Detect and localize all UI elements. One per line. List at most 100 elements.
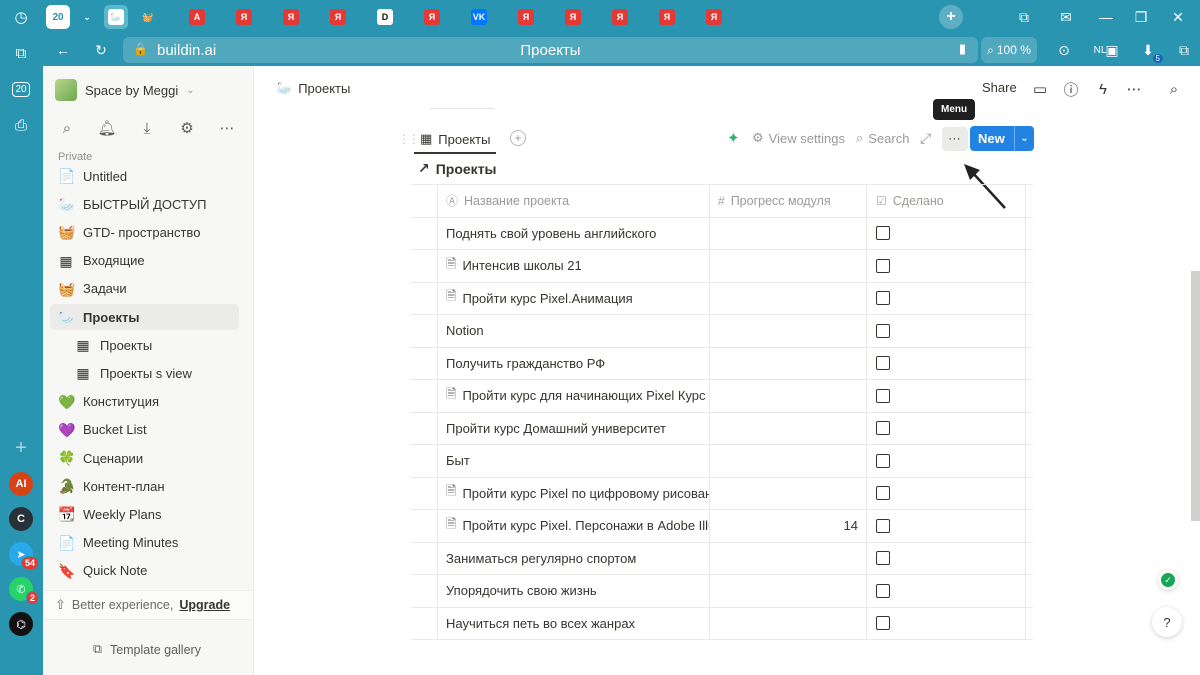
- cell-done[interactable]: [867, 510, 1026, 542]
- checkbox[interactable]: [876, 453, 890, 468]
- cell-progress[interactable]: [710, 542, 867, 574]
- cell-name[interactable]: 🗎 Пройти курс для начинающих Pixel Курс а…: [438, 380, 710, 412]
- sidebar-item[interactable]: ▦ Проекты s view: [50, 360, 239, 386]
- sidebar-item[interactable]: 🐊 Контент-план: [50, 473, 239, 499]
- cell-progress[interactable]: [710, 315, 867, 347]
- table-row[interactable]: 🗎 Интенсив школы 21: [411, 250, 1033, 283]
- upgrade-link[interactable]: Upgrade: [179, 598, 230, 612]
- database-title[interactable]: ↗ Проекты: [418, 160, 497, 177]
- cell-progress[interactable]: [710, 607, 867, 639]
- tab-table-view[interactable]: ▦ Проекты: [414, 126, 497, 154]
- inbox-icon[interactable]: ⤓: [137, 118, 157, 138]
- browser-tab[interactable]: VK: [467, 5, 491, 29]
- cell-done[interactable]: [867, 282, 1026, 314]
- downloads-icon[interactable]: ⬇ 5: [1137, 39, 1163, 63]
- cell-done[interactable]: [867, 347, 1026, 379]
- cell-name[interactable]: Быт: [438, 445, 710, 477]
- checkbox[interactable]: [876, 388, 890, 403]
- checkbox[interactable]: [876, 583, 890, 598]
- sidebar-item[interactable]: 🦢 Проекты: [50, 304, 239, 330]
- column-header-name[interactable]: Ⓐ Название проекта: [438, 185, 710, 217]
- search-button[interactable]: ⌕ Search: [856, 130, 909, 146]
- browser-tab[interactable]: Я: [279, 5, 303, 29]
- sidebar-item[interactable]: 🔖 Quick Note: [50, 558, 239, 584]
- cell-name[interactable]: Заниматься регулярно спортом: [438, 542, 710, 574]
- info-icon[interactable]: ⓘ: [1059, 77, 1083, 101]
- cell-progress[interactable]: [710, 250, 867, 282]
- sidebar-item[interactable]: 🍀 Сценарии: [50, 445, 239, 471]
- cell-done[interactable]: [867, 217, 1026, 249]
- cell-name[interactable]: Notion: [438, 315, 710, 347]
- table-row[interactable]: Научиться петь во всех жанрах: [411, 607, 1033, 640]
- browser-tab[interactable]: Я: [702, 5, 726, 29]
- checkbox[interactable]: [876, 226, 890, 241]
- browser-tab[interactable]: Я: [655, 5, 679, 29]
- comment-icon[interactable]: ▭: [1028, 77, 1052, 101]
- cell-done[interactable]: [867, 315, 1026, 347]
- view-settings-button[interactable]: ⚙ View settings: [752, 130, 845, 146]
- breadcrumb[interactable]: 🦢 Проекты: [276, 80, 350, 96]
- app-shortcut-icon[interactable]: ⌬: [9, 612, 33, 636]
- table-row[interactable]: Заниматься регулярно спортом: [411, 542, 1033, 575]
- scrollbar[interactable]: [1191, 271, 1200, 521]
- cell-progress[interactable]: [710, 380, 867, 412]
- gear-icon[interactable]: ⚙: [177, 118, 197, 138]
- cell-name[interactable]: 🗎 Пройти курс Pixel.Анимация: [438, 282, 710, 314]
- minimize-icon[interactable]: —: [1095, 6, 1117, 28]
- column-header-done[interactable]: ☑ Сделано: [867, 185, 1026, 217]
- search-icon[interactable]: ⌕: [1162, 77, 1186, 101]
- table-row[interactable]: Получить гражданство РФ: [411, 347, 1033, 380]
- close-icon[interactable]: ✕: [1167, 6, 1189, 28]
- checkbox[interactable]: [876, 258, 890, 273]
- table-row[interactable]: Быт: [411, 445, 1033, 478]
- more-icon[interactable]: ⋯: [217, 118, 237, 138]
- cell-progress[interactable]: [710, 282, 867, 314]
- sidebar-item[interactable]: 📄 Untitled: [50, 163, 239, 189]
- tab-counter-pill[interactable]: 20: [46, 5, 70, 29]
- chevron-down-icon[interactable]: ⌄: [1015, 133, 1034, 144]
- browser-tab[interactable]: D: [373, 5, 397, 29]
- back-icon[interactable]: ←: [52, 39, 74, 61]
- bookmark-icon[interactable]: ▮: [959, 41, 966, 57]
- menu-button[interactable]: ⋯: [942, 127, 968, 151]
- cell-progress[interactable]: [710, 575, 867, 607]
- sidebar-item[interactable]: 🦢 БЫСТРЫЙ ДОСТУП: [50, 191, 239, 217]
- reader-icon[interactable]: ▣: [1101, 39, 1123, 61]
- new-button[interactable]: New ⌄: [970, 126, 1034, 151]
- checkbox[interactable]: [876, 323, 890, 338]
- table-row[interactable]: 🗎 Пройти курс для начинающих Pixel Курс а…: [411, 380, 1033, 413]
- browser-tab[interactable]: Я: [420, 5, 444, 29]
- search-icon[interactable]: ⌕: [57, 118, 77, 138]
- browser-tab[interactable]: Я: [326, 5, 350, 29]
- lightning-icon[interactable]: ϟ: [1091, 77, 1115, 101]
- screenshot-icon[interactable]: ⎙: [7, 111, 35, 139]
- checkbox[interactable]: [876, 291, 890, 306]
- checkbox[interactable]: [876, 421, 890, 436]
- sidebar-item[interactable]: 🧺 Задачи: [50, 276, 239, 302]
- history-icon[interactable]: ◷: [7, 3, 35, 31]
- sidebar-item[interactable]: 📄 Meeting Minutes: [50, 530, 239, 556]
- sidebar-item[interactable]: 💜 Bucket List: [50, 417, 239, 443]
- share-button[interactable]: Share: [982, 80, 1017, 95]
- cell-name[interactable]: Поднять свой уровень английского: [438, 217, 710, 249]
- browser-tab[interactable]: Я: [608, 5, 632, 29]
- extension-icon[interactable]: ⊙: [1053, 39, 1075, 61]
- profile-icon[interactable]: ✉: [1055, 6, 1077, 28]
- tab-counter-button[interactable]: 20: [7, 75, 35, 103]
- table-row[interactable]: Поднять свой уровень английского: [411, 217, 1033, 250]
- app-shortcut-icon[interactable]: ➤ 54: [9, 542, 39, 570]
- cell-done[interactable]: [867, 445, 1026, 477]
- checkbox[interactable]: [876, 616, 890, 631]
- cell-done[interactable]: [867, 412, 1026, 444]
- cell-progress[interactable]: [710, 217, 867, 249]
- more-icon[interactable]: ⋯: [1122, 77, 1146, 101]
- table-row[interactable]: 🗎 Пройти курс Pixel.Анимация: [411, 282, 1033, 315]
- cell-done[interactable]: [867, 477, 1026, 509]
- add-panel-icon[interactable]: +: [7, 434, 35, 462]
- tab-sync-icon[interactable]: ⧉: [1013, 6, 1035, 28]
- checkbox[interactable]: [876, 356, 890, 371]
- app-shortcut-icon[interactable]: C: [9, 507, 33, 531]
- expand-icon[interactable]: ⤢: [920, 130, 931, 147]
- app-shortcut-icon[interactable]: ✆ 2: [9, 577, 39, 605]
- cell-progress[interactable]: [710, 347, 867, 379]
